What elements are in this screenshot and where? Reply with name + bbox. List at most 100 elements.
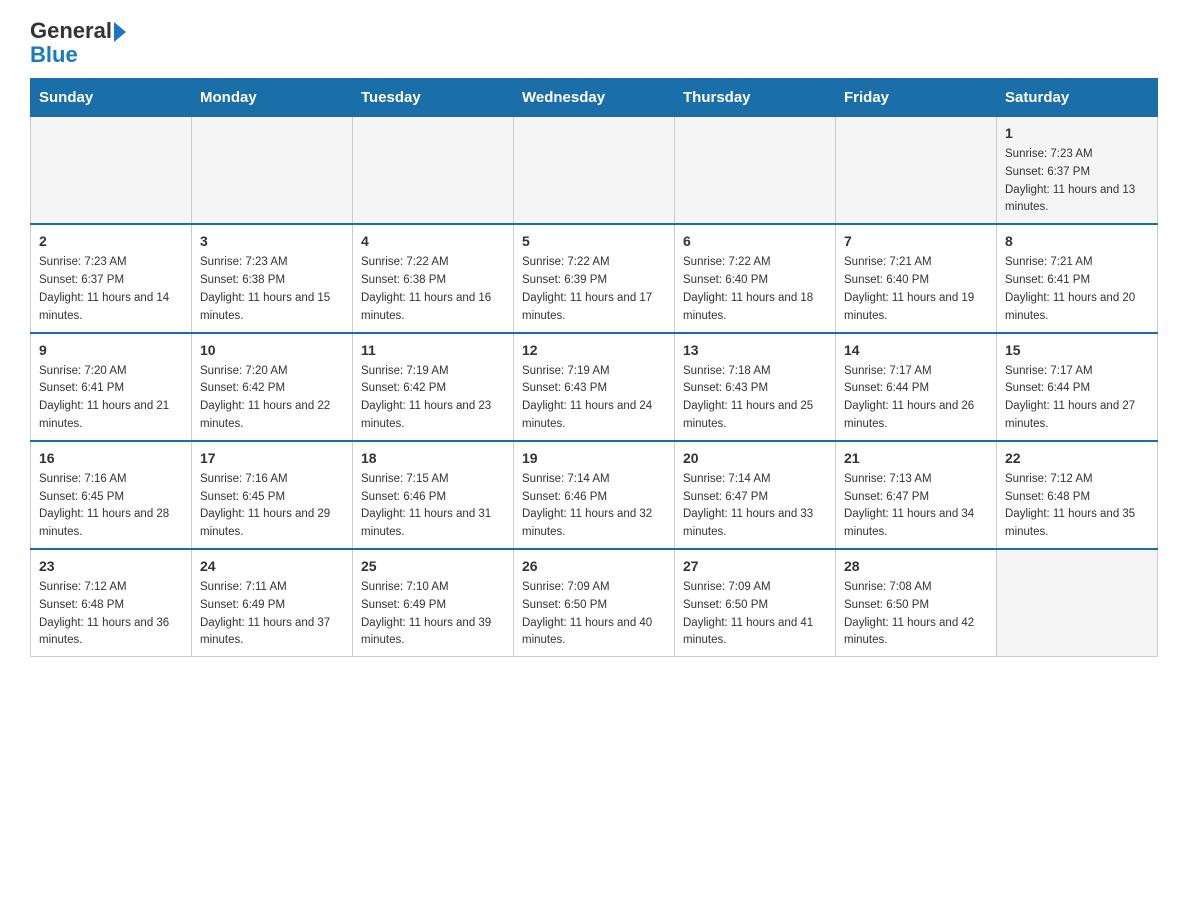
day-info: Sunrise: 7:11 AM Sunset: 6:49 PM Dayligh…: [200, 579, 344, 650]
day-number: 3: [200, 231, 344, 252]
day-info: Sunrise: 7:21 AM Sunset: 6:40 PM Dayligh…: [844, 254, 988, 325]
day-number: 17: [200, 448, 344, 469]
day-info: Sunrise: 7:09 AM Sunset: 6:50 PM Dayligh…: [683, 579, 827, 650]
day-of-week-header: Tuesday: [353, 79, 514, 117]
day-number: 24: [200, 556, 344, 577]
day-number: 4: [361, 231, 505, 252]
day-of-week-header: Thursday: [675, 79, 836, 117]
calendar-day-cell: 1Sunrise: 7:23 AM Sunset: 6:37 PM Daylig…: [997, 117, 1158, 225]
day-number: 25: [361, 556, 505, 577]
day-number: 5: [522, 231, 666, 252]
day-info: Sunrise: 7:09 AM Sunset: 6:50 PM Dayligh…: [522, 579, 666, 650]
day-info: Sunrise: 7:10 AM Sunset: 6:49 PM Dayligh…: [361, 579, 505, 650]
logo-general-text: General: [30, 20, 112, 42]
day-number: 12: [522, 340, 666, 361]
calendar-table: SundayMondayTuesdayWednesdayThursdayFrid…: [30, 78, 1158, 657]
day-number: 26: [522, 556, 666, 577]
calendar-day-cell: 13Sunrise: 7:18 AM Sunset: 6:43 PM Dayli…: [675, 333, 836, 441]
day-info: Sunrise: 7:19 AM Sunset: 6:42 PM Dayligh…: [361, 363, 505, 434]
calendar-day-cell: 18Sunrise: 7:15 AM Sunset: 6:46 PM Dayli…: [353, 441, 514, 549]
calendar-day-cell: 8Sunrise: 7:21 AM Sunset: 6:41 PM Daylig…: [997, 224, 1158, 332]
calendar-day-cell: 7Sunrise: 7:21 AM Sunset: 6:40 PM Daylig…: [836, 224, 997, 332]
day-number: 21: [844, 448, 988, 469]
calendar-day-cell: 22Sunrise: 7:12 AM Sunset: 6:48 PM Dayli…: [997, 441, 1158, 549]
calendar-day-cell: 20Sunrise: 7:14 AM Sunset: 6:47 PM Dayli…: [675, 441, 836, 549]
day-number: 6: [683, 231, 827, 252]
calendar-day-cell: 25Sunrise: 7:10 AM Sunset: 6:49 PM Dayli…: [353, 549, 514, 657]
day-info: Sunrise: 7:19 AM Sunset: 6:43 PM Dayligh…: [522, 363, 666, 434]
day-number: 18: [361, 448, 505, 469]
day-info: Sunrise: 7:22 AM Sunset: 6:38 PM Dayligh…: [361, 254, 505, 325]
day-number: 27: [683, 556, 827, 577]
calendar-week-row: 9Sunrise: 7:20 AM Sunset: 6:41 PM Daylig…: [31, 333, 1158, 441]
calendar-day-cell: 27Sunrise: 7:09 AM Sunset: 6:50 PM Dayli…: [675, 549, 836, 657]
calendar-day-cell: 5Sunrise: 7:22 AM Sunset: 6:39 PM Daylig…: [514, 224, 675, 332]
calendar-day-cell: 16Sunrise: 7:16 AM Sunset: 6:45 PM Dayli…: [31, 441, 192, 549]
calendar-week-row: 23Sunrise: 7:12 AM Sunset: 6:48 PM Dayli…: [31, 549, 1158, 657]
day-info: Sunrise: 7:08 AM Sunset: 6:50 PM Dayligh…: [844, 579, 988, 650]
calendar-day-cell: [675, 117, 836, 225]
calendar-day-cell: [31, 117, 192, 225]
calendar-day-cell: [997, 549, 1158, 657]
day-info: Sunrise: 7:23 AM Sunset: 6:37 PM Dayligh…: [1005, 146, 1149, 217]
day-number: 10: [200, 340, 344, 361]
calendar-day-cell: 12Sunrise: 7:19 AM Sunset: 6:43 PM Dayli…: [514, 333, 675, 441]
day-number: 23: [39, 556, 183, 577]
day-number: 2: [39, 231, 183, 252]
calendar-day-cell: [836, 117, 997, 225]
calendar-header-row: SundayMondayTuesdayWednesdayThursdayFrid…: [31, 79, 1158, 117]
calendar-day-cell: 3Sunrise: 7:23 AM Sunset: 6:38 PM Daylig…: [192, 224, 353, 332]
page-header: General Blue: [30, 20, 1158, 68]
day-number: 7: [844, 231, 988, 252]
day-info: Sunrise: 7:18 AM Sunset: 6:43 PM Dayligh…: [683, 363, 827, 434]
calendar-day-cell: [353, 117, 514, 225]
day-info: Sunrise: 7:14 AM Sunset: 6:46 PM Dayligh…: [522, 471, 666, 542]
calendar-day-cell: 28Sunrise: 7:08 AM Sunset: 6:50 PM Dayli…: [836, 549, 997, 657]
calendar-day-cell: 4Sunrise: 7:22 AM Sunset: 6:38 PM Daylig…: [353, 224, 514, 332]
calendar-week-row: 1Sunrise: 7:23 AM Sunset: 6:37 PM Daylig…: [31, 117, 1158, 225]
calendar-day-cell: 21Sunrise: 7:13 AM Sunset: 6:47 PM Dayli…: [836, 441, 997, 549]
day-number: 19: [522, 448, 666, 469]
day-number: 16: [39, 448, 183, 469]
day-of-week-header: Monday: [192, 79, 353, 117]
logo-arrow-icon: [114, 22, 126, 42]
day-info: Sunrise: 7:22 AM Sunset: 6:39 PM Dayligh…: [522, 254, 666, 325]
day-number: 11: [361, 340, 505, 361]
calendar-day-cell: 14Sunrise: 7:17 AM Sunset: 6:44 PM Dayli…: [836, 333, 997, 441]
day-info: Sunrise: 7:17 AM Sunset: 6:44 PM Dayligh…: [1005, 363, 1149, 434]
day-info: Sunrise: 7:23 AM Sunset: 6:38 PM Dayligh…: [200, 254, 344, 325]
calendar-day-cell: 23Sunrise: 7:12 AM Sunset: 6:48 PM Dayli…: [31, 549, 192, 657]
calendar-day-cell: 2Sunrise: 7:23 AM Sunset: 6:37 PM Daylig…: [31, 224, 192, 332]
calendar-day-cell: [192, 117, 353, 225]
calendar-day-cell: 26Sunrise: 7:09 AM Sunset: 6:50 PM Dayli…: [514, 549, 675, 657]
calendar-day-cell: [514, 117, 675, 225]
day-info: Sunrise: 7:23 AM Sunset: 6:37 PM Dayligh…: [39, 254, 183, 325]
calendar-week-row: 2Sunrise: 7:23 AM Sunset: 6:37 PM Daylig…: [31, 224, 1158, 332]
calendar-day-cell: 10Sunrise: 7:20 AM Sunset: 6:42 PM Dayli…: [192, 333, 353, 441]
day-info: Sunrise: 7:14 AM Sunset: 6:47 PM Dayligh…: [683, 471, 827, 542]
calendar-day-cell: 11Sunrise: 7:19 AM Sunset: 6:42 PM Dayli…: [353, 333, 514, 441]
calendar-day-cell: 6Sunrise: 7:22 AM Sunset: 6:40 PM Daylig…: [675, 224, 836, 332]
day-info: Sunrise: 7:12 AM Sunset: 6:48 PM Dayligh…: [1005, 471, 1149, 542]
day-number: 20: [683, 448, 827, 469]
day-number: 1: [1005, 123, 1149, 144]
day-number: 15: [1005, 340, 1149, 361]
day-info: Sunrise: 7:20 AM Sunset: 6:42 PM Dayligh…: [200, 363, 344, 434]
logo-blue-text: Blue: [30, 42, 78, 68]
day-number: 22: [1005, 448, 1149, 469]
day-number: 28: [844, 556, 988, 577]
day-info: Sunrise: 7:12 AM Sunset: 6:48 PM Dayligh…: [39, 579, 183, 650]
calendar-day-cell: 9Sunrise: 7:20 AM Sunset: 6:41 PM Daylig…: [31, 333, 192, 441]
day-info: Sunrise: 7:20 AM Sunset: 6:41 PM Dayligh…: [39, 363, 183, 434]
day-info: Sunrise: 7:15 AM Sunset: 6:46 PM Dayligh…: [361, 471, 505, 542]
calendar-day-cell: 19Sunrise: 7:14 AM Sunset: 6:46 PM Dayli…: [514, 441, 675, 549]
day-of-week-header: Friday: [836, 79, 997, 117]
day-number: 9: [39, 340, 183, 361]
day-info: Sunrise: 7:16 AM Sunset: 6:45 PM Dayligh…: [200, 471, 344, 542]
day-info: Sunrise: 7:17 AM Sunset: 6:44 PM Dayligh…: [844, 363, 988, 434]
day-info: Sunrise: 7:21 AM Sunset: 6:41 PM Dayligh…: [1005, 254, 1149, 325]
calendar-week-row: 16 Sunrise: 7:16 AM Sunset: 6:45 PM Dayli…: [31, 441, 1158, 549]
calendar-day-cell: 24Sunrise: 7:11 AM Sunset: 6:49 PM Dayli…: [192, 549, 353, 657]
day-number: 14: [844, 340, 988, 361]
day-of-week-header: Saturday: [997, 79, 1158, 117]
